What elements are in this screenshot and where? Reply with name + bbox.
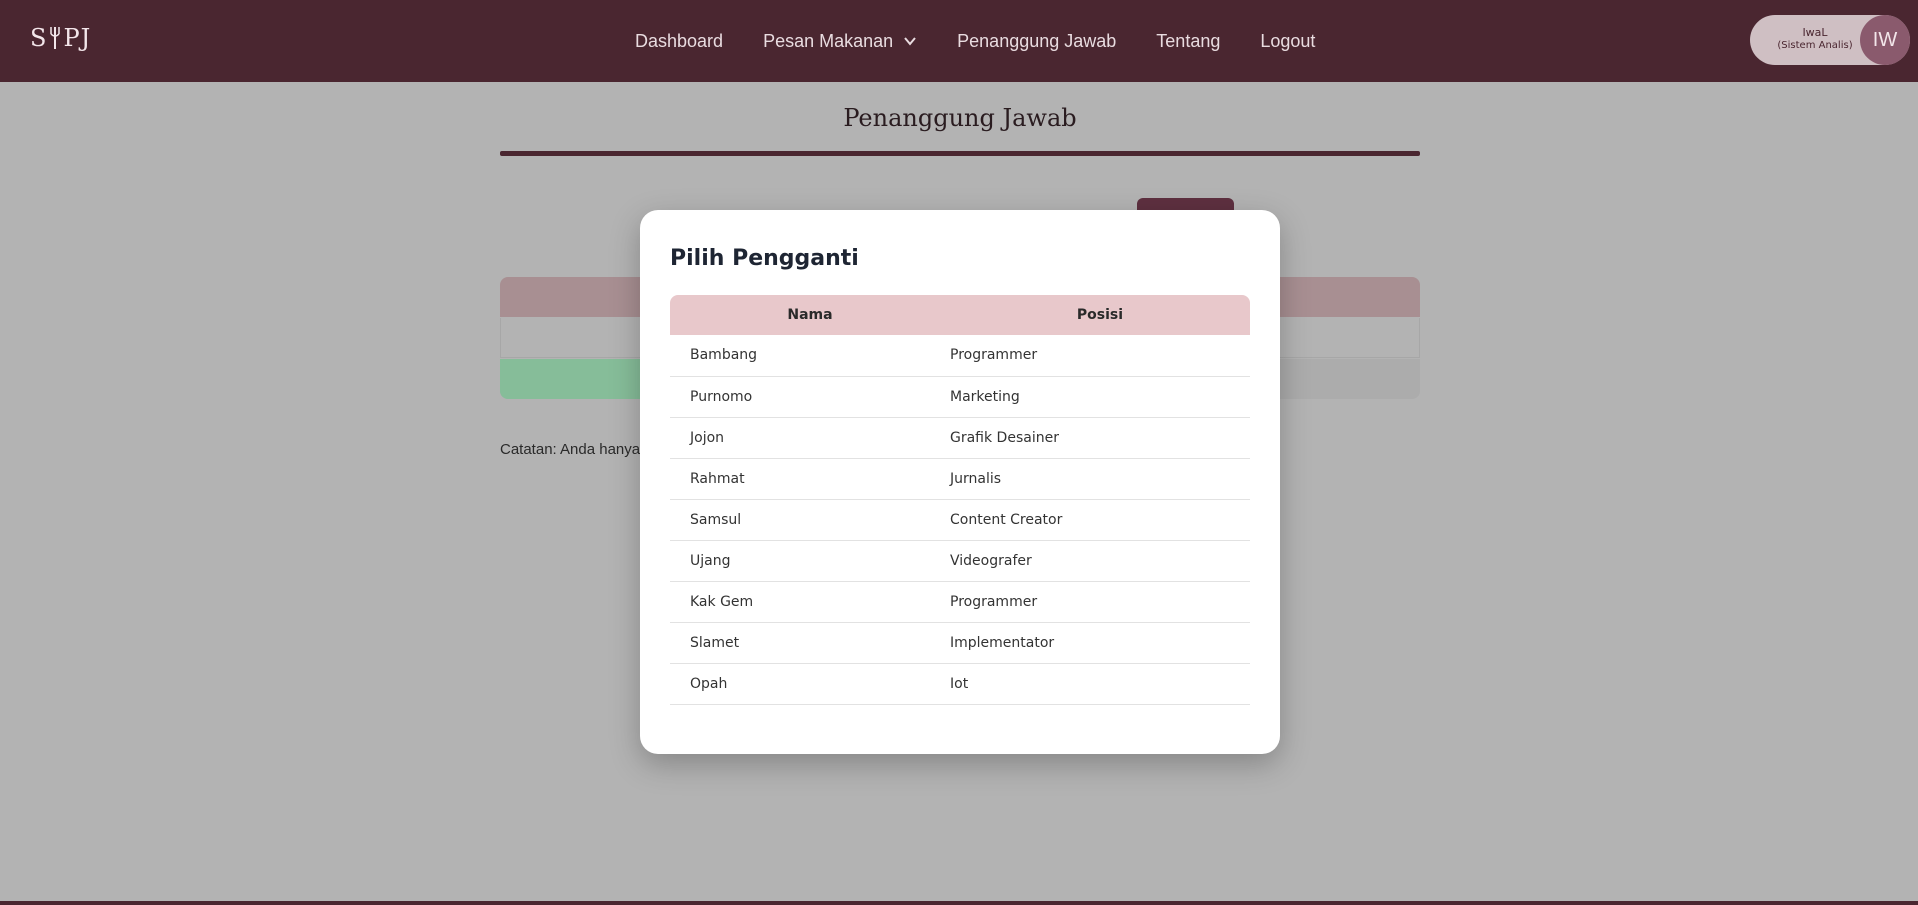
- table-row[interactable]: Opah Iot: [670, 663, 1250, 705]
- cell-nama[interactable]: Jojon: [670, 417, 950, 459]
- user-name: IwaL: [1802, 26, 1828, 39]
- user-role: (Sistem Analis): [1777, 40, 1853, 51]
- user-menu[interactable]: IwaL (Sistem Analis) IW: [1750, 15, 1910, 65]
- nav-dashboard[interactable]: Dashboard: [635, 31, 723, 52]
- cell-nama[interactable]: Bambang: [670, 335, 950, 377]
- logo-letter-s: S: [30, 24, 48, 52]
- title-divider: [500, 151, 1420, 156]
- nav-tentang[interactable]: Tentang: [1156, 31, 1220, 52]
- note-text: Catatan: Anda hanya: [500, 441, 641, 458]
- table-row[interactable]: Ujang Videografer: [670, 540, 1250, 582]
- logo-letters-pj: PJ: [63, 24, 92, 52]
- cell-nama[interactable]: Kak Gem: [670, 581, 950, 623]
- table-row[interactable]: Samsul Content Creator: [670, 499, 1250, 541]
- cell-nama[interactable]: Slamet: [670, 622, 950, 664]
- cell-posisi[interactable]: Grafik Desainer: [950, 417, 1250, 459]
- chevron-down-icon: [904, 37, 916, 46]
- nav-pesan-makanan-label: Pesan Makanan: [763, 30, 894, 51]
- nav-links: Dashboard Pesan Makanan Penanggung Jawab…: [635, 0, 1355, 82]
- cell-posisi[interactable]: Programmer: [950, 335, 1250, 377]
- fork-icon: [50, 27, 61, 49]
- app-logo[interactable]: S PJ: [30, 24, 91, 52]
- pengganti-table: Nama Posisi Bambang Programmer Purnomo Mar…: [670, 295, 1250, 705]
- cell-posisi[interactable]: Content Creator: [950, 499, 1250, 541]
- pilih-pengganti-modal: Pilih Pengganti Nama Posisi Bambang Progr…: [640, 210, 1280, 754]
- nav-pesan-makanan[interactable]: Pesan Makanan: [763, 31, 917, 52]
- nav-logout-label: Logout: [1260, 30, 1316, 51]
- cell-posisi[interactable]: Marketing: [950, 376, 1250, 418]
- column-header-nama: Nama: [670, 295, 950, 335]
- cell-posisi[interactable]: Jurnalis: [950, 458, 1250, 500]
- nav-dashboard-label: Dashboard: [635, 30, 724, 51]
- page-title: Penanggung Jawab: [843, 104, 1077, 132]
- table-row[interactable]: Bambang Programmer: [670, 335, 1250, 377]
- nav-tentang-label: Tentang: [1156, 30, 1221, 51]
- table-row[interactable]: Jojon Grafik Desainer: [670, 417, 1250, 459]
- cell-nama[interactable]: Ujang: [670, 540, 950, 582]
- avatar[interactable]: IW: [1860, 15, 1910, 65]
- nav-logout[interactable]: Logout: [1260, 31, 1315, 52]
- cell-nama[interactable]: Opah: [670, 663, 950, 705]
- cell-nama[interactable]: Rahmat: [670, 458, 950, 500]
- nav-penanggung-jawab[interactable]: Penanggung Jawab: [957, 31, 1116, 52]
- cell-posisi[interactable]: Iot: [950, 663, 1250, 705]
- cell-nama[interactable]: Purnomo: [670, 376, 950, 418]
- table-row[interactable]: Slamet Implementator: [670, 622, 1250, 664]
- table-row[interactable]: Rahmat Jurnalis: [670, 458, 1250, 500]
- table-row[interactable]: Kak Gem Programmer: [670, 581, 1250, 623]
- column-header-posisi: Posisi: [950, 295, 1250, 335]
- modal-title: Pilih Pengganti: [670, 246, 859, 271]
- nav-penanggung-jawab-label: Penanggung Jawab: [957, 30, 1117, 51]
- cell-posisi[interactable]: Programmer: [950, 581, 1250, 623]
- footer-divider: [0, 901, 1918, 905]
- navbar: S PJ Dashboard Pesan Makanan Penanggung …: [0, 0, 1918, 82]
- background-status-cell: [500, 359, 650, 399]
- cell-posisi[interactable]: Implementator: [950, 622, 1250, 664]
- cell-nama[interactable]: Samsul: [670, 499, 950, 541]
- cell-posisi[interactable]: Videografer: [950, 540, 1250, 582]
- table-row[interactable]: Purnomo Marketing: [670, 376, 1250, 418]
- table-header-row: Nama Posisi: [670, 295, 1250, 335]
